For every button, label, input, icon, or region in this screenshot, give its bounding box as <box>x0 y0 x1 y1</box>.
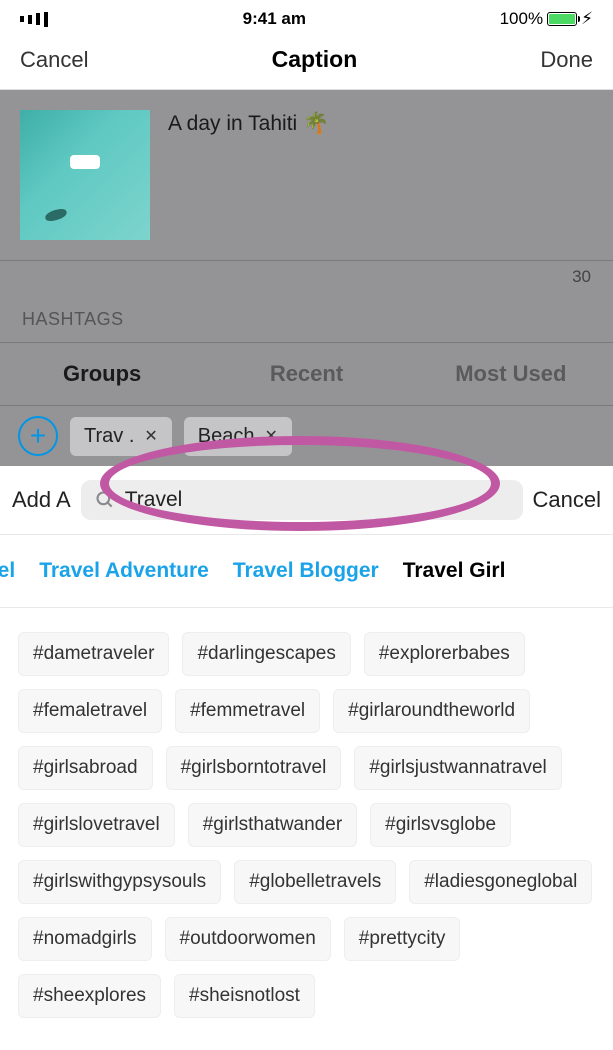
hashtag-chip[interactable]: #prettycity <box>344 917 461 961</box>
post-thumbnail[interactable] <box>20 110 150 240</box>
tab-most-used[interactable]: Most Used <box>409 343 613 405</box>
category-item-selected[interactable]: Travel Girl <box>403 559 506 583</box>
hashtag-chip[interactable]: #girlslovetravel <box>18 803 175 847</box>
hashtag-chip[interactable]: #girlsjustwannatravel <box>354 746 561 790</box>
hashtag-chip[interactable]: #girlsborntotravel <box>166 746 342 790</box>
page-title: Caption <box>272 46 358 73</box>
category-item[interactable]: Travel Adventure <box>39 559 209 583</box>
category-item[interactable]: Travel Blogger <box>233 559 379 583</box>
charging-icon: ⚡︎ <box>581 9 593 29</box>
search-panel: Add A Travel Cancel vel Travel Adventure… <box>0 466 613 1042</box>
hashtag-chip[interactable]: #nomadgirls <box>18 917 152 961</box>
battery-percent: 100% <box>500 9 543 29</box>
hashtag-chip[interactable]: #femaletravel <box>18 689 162 733</box>
tab-recent[interactable]: Recent <box>204 343 408 405</box>
add-group-button[interactable]: + <box>18 416 58 456</box>
nav-bar: Cancel Caption Done <box>0 30 613 90</box>
status-time: 9:41 am <box>243 9 306 29</box>
plus-icon: + <box>30 420 46 452</box>
caption-text[interactable]: A day in Tahiti 🌴 <box>168 110 329 240</box>
hashtag-chip[interactable]: #girlsthatwander <box>188 803 357 847</box>
hashtag-results: #dametraveler #darlingescapes #explorerb… <box>0 608 613 1042</box>
status-battery: 100% ⚡︎ <box>500 9 593 29</box>
hashtag-chip[interactable]: #globelletravels <box>234 860 396 904</box>
hashtag-chip[interactable]: #femmetravel <box>175 689 320 733</box>
search-input[interactable]: Travel <box>81 480 523 520</box>
status-bar: 9:41 am 100% ⚡︎ <box>0 0 613 30</box>
hashtag-tabs: Groups Recent Most Used <box>0 342 613 405</box>
remove-pill-icon[interactable]: ✕ <box>265 426 278 446</box>
dimmed-background: A day in Tahiti 🌴 30 HASHTAGS Groups Rec… <box>0 90 613 466</box>
signal-strength-icon <box>20 12 49 27</box>
tab-groups[interactable]: Groups <box>0 343 204 405</box>
pill-label: Beach <box>198 425 255 448</box>
hashtags-section-label: HASHTAGS <box>0 293 613 342</box>
hashtag-chip[interactable]: #ladiesgoneglobal <box>409 860 592 904</box>
search-icon <box>95 490 115 510</box>
hashtag-chip[interactable]: #girlswithgypsysouls <box>18 860 221 904</box>
hashtag-chip[interactable]: #sheexplores <box>18 974 161 1018</box>
hashtag-chip[interactable]: #darlingescapes <box>182 632 350 676</box>
hashtag-count: 30 <box>0 260 613 293</box>
add-label-truncated: Add A <box>12 487 71 513</box>
category-item[interactable]: vel <box>0 559 15 583</box>
search-cancel-button[interactable]: Cancel <box>533 487 601 513</box>
group-pill[interactable]: Beach ✕ <box>184 417 292 456</box>
category-scroller[interactable]: vel Travel Adventure Travel Blogger Trav… <box>0 535 613 608</box>
hashtag-chip[interactable]: #sheisnotlost <box>174 974 315 1018</box>
battery-icon <box>547 12 577 26</box>
hashtag-chip[interactable]: #explorerbabes <box>364 632 525 676</box>
hashtag-chip[interactable]: #girlsabroad <box>18 746 153 790</box>
hashtag-chip[interactable]: #girlaroundtheworld <box>333 689 530 733</box>
group-pill[interactable]: Trav . ✕ <box>70 417 172 456</box>
hashtag-chip[interactable]: #outdoorwomen <box>165 917 331 961</box>
search-row: Add A Travel Cancel <box>0 466 613 535</box>
search-query-text: Travel <box>125 488 183 512</box>
done-button[interactable]: Done <box>540 47 593 73</box>
hashtag-chip[interactable]: #dametraveler <box>18 632 169 676</box>
cancel-button[interactable]: Cancel <box>20 47 88 73</box>
hashtag-chip[interactable]: #girlsvsglobe <box>370 803 511 847</box>
selected-groups-row: + Trav . ✕ Beach ✕ <box>0 405 613 466</box>
pill-label: Trav . <box>84 425 134 448</box>
remove-pill-icon[interactable]: ✕ <box>144 426 157 446</box>
caption-row: A day in Tahiti 🌴 <box>0 90 613 260</box>
